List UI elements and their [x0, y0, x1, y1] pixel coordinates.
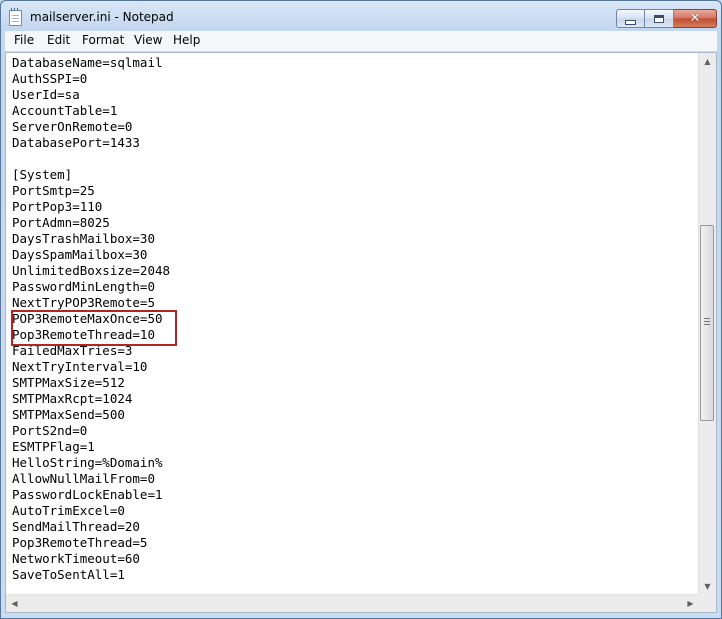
text-line: SMTPMaxSend=500	[12, 407, 125, 422]
vertical-scroll-thumb[interactable]	[700, 225, 714, 421]
size-grip	[699, 595, 716, 612]
menu-format[interactable]: Format	[81, 33, 125, 47]
menu-file[interactable]: File	[13, 33, 35, 47]
text-line: SMTPMaxRcpt=1024	[12, 391, 133, 406]
close-icon: ✕	[689, 11, 701, 26]
text-line: UserId=sa	[12, 87, 80, 102]
window-title: mailserver.ini - Notepad	[30, 10, 174, 24]
scroll-left-icon[interactable]: ◀	[6, 595, 23, 612]
title-bar[interactable]: mailserver.ini - Notepad ✕	[1, 1, 721, 35]
text-line: PasswordMinLength=0	[12, 279, 155, 294]
text-line: ESMTPFlag=1	[12, 439, 95, 454]
menu-edit[interactable]: Edit	[46, 33, 71, 47]
scroll-up-icon[interactable]: ▲	[699, 53, 716, 70]
text-line: SMTPMaxSize=512	[12, 375, 125, 390]
minimize-button[interactable]	[616, 9, 645, 28]
text-line: PortS2nd=0	[12, 423, 88, 438]
text-line: SaveToSentAll=1	[12, 567, 125, 582]
text-line: SendMailThread=20	[12, 519, 140, 534]
text-line	[12, 151, 694, 167]
text-line: DatabaseName=sqlmail	[12, 55, 163, 70]
text-line: NetworkTimeout=60	[12, 551, 140, 566]
text-line: PortAdmn=8025	[12, 215, 110, 230]
text-line: AutoTrimExcel=0	[12, 503, 125, 518]
vertical-scrollbar[interactable]: ▲ ▼	[698, 53, 716, 595]
text-content[interactable]: DatabaseName=sqlmail AuthSSPI=0 UserId=sa A…	[12, 55, 694, 595]
text-line: DaysSpamMailbox=30	[12, 247, 148, 262]
text-line: PortPop3=110	[12, 199, 103, 214]
text-line: DaysTrashMailbox=30	[12, 231, 155, 246]
menu-help[interactable]: Help	[172, 33, 201, 47]
text-line: AuthSSPI=0	[12, 71, 88, 86]
minimize-icon	[625, 19, 636, 25]
grip-icon	[704, 318, 710, 325]
text-line: ServerOnRemote=0	[12, 119, 133, 134]
text-line: UnlimitedBoxsize=2048	[12, 263, 171, 278]
text-line: DatabasePort=1433	[12, 135, 140, 150]
text-editor[interactable]: DatabaseName=sqlmail AuthSSPI=0 UserId=sa A…	[5, 52, 717, 613]
maximize-icon	[654, 14, 664, 23]
text-line: Pop3RemoteThread=5	[12, 535, 148, 550]
notepad-window: mailserver.ini - Notepad ✕ File Edit For…	[0, 0, 722, 619]
text-line: NextTryPOP3Remote=5	[12, 295, 155, 310]
text-line: [System]	[12, 167, 73, 182]
menu-bar: File Edit Format View Help	[5, 31, 717, 52]
close-button[interactable]: ✕	[674, 9, 717, 28]
menu-view[interactable]: View	[133, 33, 163, 47]
text-line: HelloString=%Domain%	[12, 455, 163, 470]
text-line: POP3RemoteMaxOnce=50	[12, 311, 163, 326]
text-line: Pop3RemoteThread=10	[12, 327, 155, 342]
text-line: FailedMaxTries=3	[12, 343, 133, 358]
scroll-down-icon[interactable]: ▼	[699, 578, 716, 595]
text-line: NextTryInterval=10	[12, 359, 148, 374]
text-line: AllowNullMailFrom=0	[12, 471, 155, 486]
notepad-icon[interactable]	[9, 8, 22, 26]
text-line: PasswordLockEnable=1	[12, 487, 163, 502]
text-line: AccountTable=1	[12, 103, 118, 118]
maximize-button[interactable]	[645, 9, 674, 28]
horizontal-scrollbar[interactable]: ◀ ▶	[6, 594, 699, 612]
text-line: PortSmtp=25	[12, 183, 95, 198]
scroll-right-icon[interactable]: ▶	[682, 595, 699, 612]
